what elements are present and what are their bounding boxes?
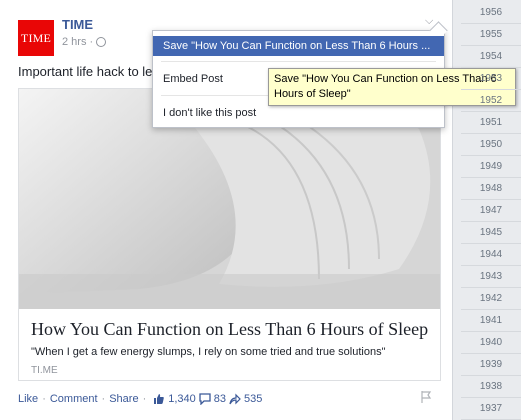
action-separator: · xyxy=(101,393,106,405)
year-link[interactable]: 1953 xyxy=(461,68,521,90)
share-count-value: 535 xyxy=(244,393,263,405)
year-link[interactable]: 1950 xyxy=(461,134,521,156)
share-arrow-icon xyxy=(229,393,241,405)
menu-divider xyxy=(161,61,436,62)
timeline-year-sidebar: 1956 1955 1954 1953 1952 1951 1950 1949 1948 1947… xyxy=(461,0,521,420)
link-attachment[interactable]: How You Can Function on Less Than 6 Hour… xyxy=(18,88,441,381)
year-link[interactable]: 1952 xyxy=(461,90,521,112)
like-link[interactable]: Like xyxy=(18,393,38,405)
year-link[interactable]: 1956 xyxy=(461,2,521,24)
year-link[interactable]: 1943 xyxy=(461,266,521,288)
post-meta: 2 hrs · xyxy=(62,36,107,48)
globe-icon xyxy=(96,37,107,47)
share-count[interactable]: 535 xyxy=(229,393,262,405)
page-name-link[interactable]: TIME xyxy=(62,17,93,32)
year-link[interactable]: 1948 xyxy=(461,178,521,200)
menu-item-dont-like[interactable]: I don't like this post xyxy=(153,103,444,123)
share-link[interactable]: Share xyxy=(109,393,138,405)
year-link[interactable]: 1937 xyxy=(461,398,521,420)
year-link[interactable]: 1947 xyxy=(461,200,521,222)
post-message: Important life hack to lea xyxy=(18,64,158,79)
news-feed-post: TIME TIME 2 hrs · ⌵ Important life hack … xyxy=(0,0,516,420)
flag-icon[interactable] xyxy=(420,390,432,404)
comment-count-value: 83 xyxy=(213,393,227,405)
year-link[interactable]: 1939 xyxy=(461,354,521,376)
comment-bubble-icon xyxy=(199,393,211,405)
time-logo[interactable]: TIME xyxy=(18,20,54,56)
action-separator: · xyxy=(42,393,46,405)
comment-link[interactable]: Comment xyxy=(50,393,98,405)
link-title[interactable]: How You Can Function on Less Than 6 Hour… xyxy=(31,319,428,340)
year-link[interactable]: 1955 xyxy=(461,24,521,46)
comment-count[interactable]: 83 xyxy=(199,393,226,405)
year-link[interactable]: 1941 xyxy=(461,310,521,332)
post-actions: Like · Comment · Share · 1,340 83 535 xyxy=(18,393,262,405)
like-count-value: 1,340 xyxy=(168,393,196,405)
year-link[interactable]: 1954 xyxy=(461,46,521,68)
link-description: "When I get a few energy slumps, I rely … xyxy=(31,346,386,358)
year-link[interactable]: 1949 xyxy=(461,156,521,178)
action-separator: · xyxy=(142,393,147,405)
post-timestamp[interactable]: 2 hrs xyxy=(62,36,86,48)
link-domain: TI.ME xyxy=(31,365,58,376)
year-link[interactable]: 1938 xyxy=(461,376,521,398)
like-count[interactable]: 1,340 xyxy=(153,393,196,405)
menu-item-save-post[interactable]: Save "How You Can Function on Less Than … xyxy=(153,36,444,56)
year-link[interactable]: 1944 xyxy=(461,244,521,266)
meta-dot: · xyxy=(89,36,94,48)
year-link[interactable]: 1951 xyxy=(461,112,521,134)
year-link[interactable]: 1942 xyxy=(461,288,521,310)
thumbs-up-icon xyxy=(154,394,165,404)
year-link[interactable]: 1940 xyxy=(461,332,521,354)
year-link[interactable]: 1945 xyxy=(461,222,521,244)
